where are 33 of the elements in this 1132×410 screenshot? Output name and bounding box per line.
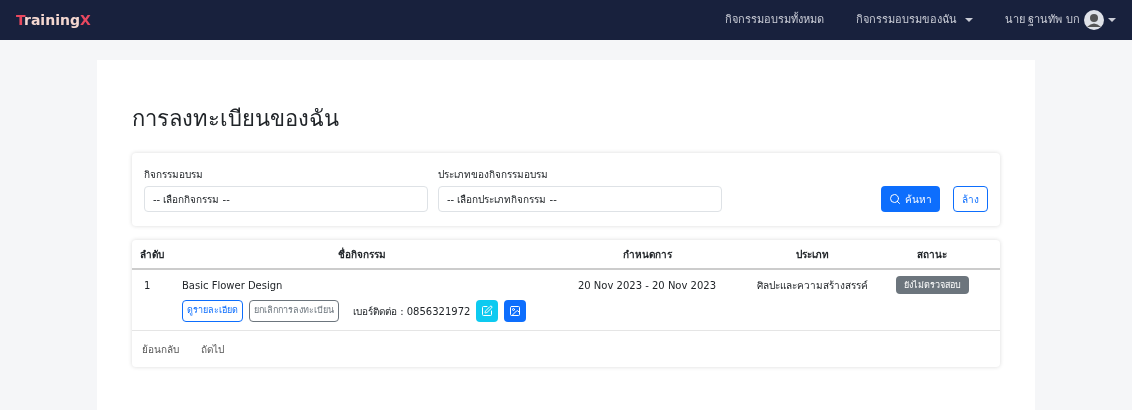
pagination-link[interactable]: ถัดไป — [201, 341, 224, 357]
page-title: การลงทะเบียนของฉัน — [132, 105, 340, 133]
image-icon — [509, 305, 522, 317]
column-header: ประเภท — [794, 247, 830, 262]
brand-logo[interactable]: TrainingX — [16, 9, 91, 31]
edit-icon — [481, 305, 494, 317]
clear-button[interactable]: ล้าง — [953, 186, 988, 212]
column-header: ชื่อกิจกรรม — [337, 246, 387, 262]
select-field[interactable]: -- เลือกประเภทกิจกรรม -- — [438, 186, 722, 212]
user-menu[interactable]: นาย ฐานทัพ บก — [1005, 10, 1116, 30]
table-cell-text: ศิลปะและความสร้างสรรค์ — [755, 278, 869, 293]
column-header: สถานะ — [916, 247, 948, 262]
caret-icon — [965, 18, 973, 22]
table-cell-text: 1 — [143, 278, 152, 293]
table-cell-text: Basic Flower Design — [182, 278, 284, 293]
pagination-link[interactable]: ย้อนกลับ — [142, 341, 179, 357]
caret-icon — [1108, 18, 1116, 22]
nav-link[interactable]: กิจกรรมอบรมทั้งหมด — [725, 11, 824, 29]
avatar-icon — [1084, 10, 1104, 30]
select-field[interactable]: -- เลือกกิจกรรม -- — [144, 186, 428, 212]
field-label: กิจกรรมอบรม — [144, 168, 204, 182]
image-button[interactable] — [504, 300, 527, 322]
search-button[interactable]: ค้นหา — [881, 186, 940, 212]
cancel-registration-button[interactable]: ยกเลิกการลงทะเบียน — [249, 300, 339, 322]
status-badge: ยังไม่ตรวจสอบ — [895, 276, 969, 295]
search-icon — [889, 193, 901, 205]
contact-phone: เบอร์ติดต่อ : 0856321972 — [353, 304, 471, 319]
nav-link[interactable]: กิจกรรมอบรมของฉัน — [856, 11, 973, 29]
table-cell-text: 20 Nov 2023 - 20 Nov 2023 — [576, 278, 718, 293]
field-label: ประเภทของกิจกรรมอบรม — [438, 168, 549, 182]
column-header: กำหนดการ — [621, 247, 673, 262]
details-button[interactable]: ดูรายละเอียด — [182, 300, 243, 322]
column-header: ลำดับ — [140, 247, 165, 262]
